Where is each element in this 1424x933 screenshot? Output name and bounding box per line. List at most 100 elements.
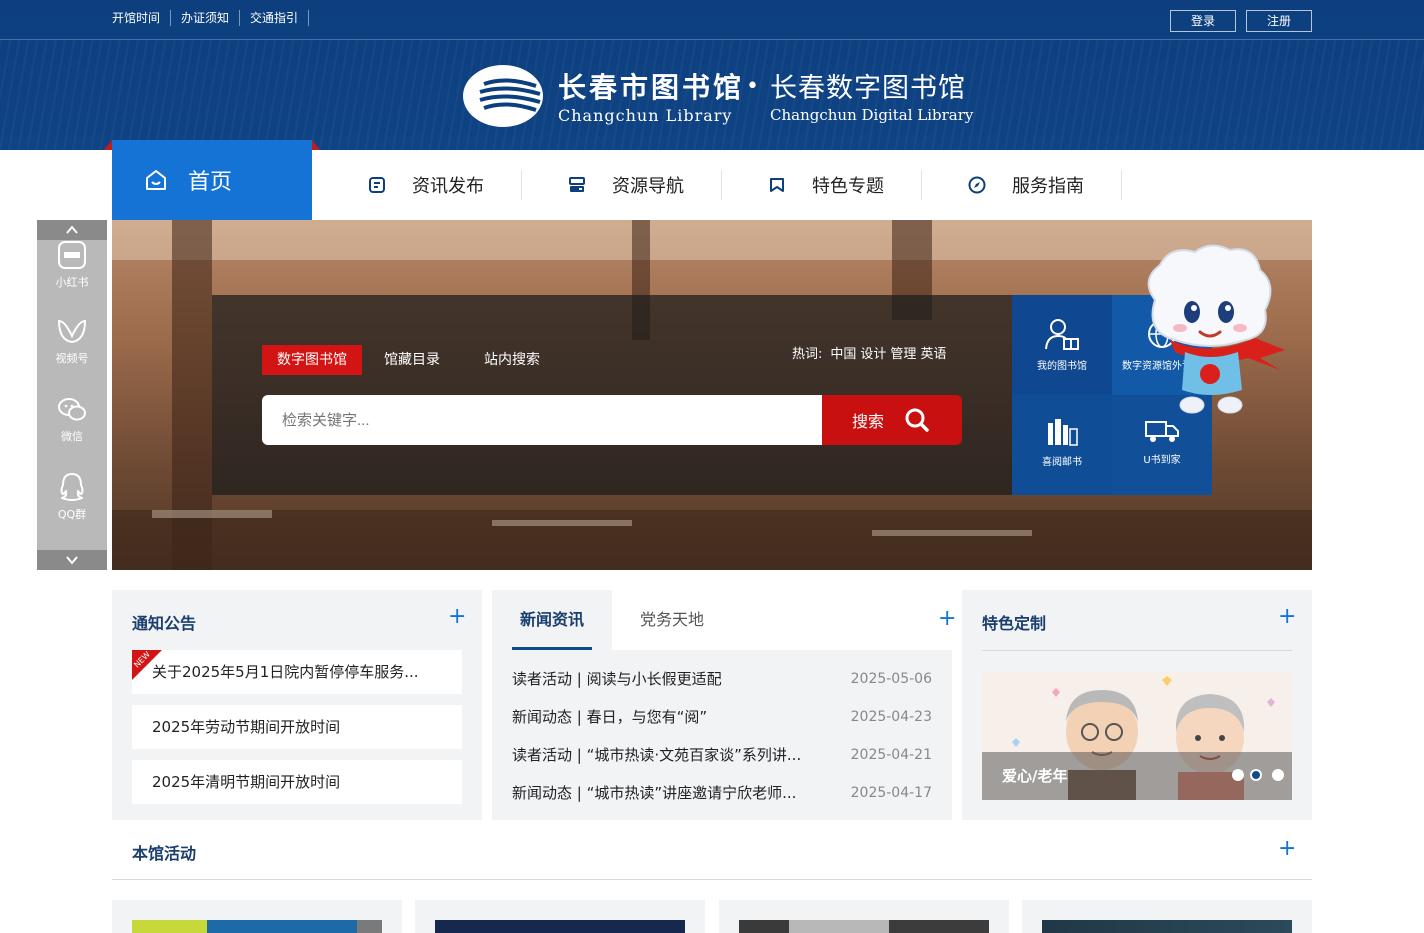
news-row[interactable]: 新闻动态 | 春日，与您有“阅” 2025-04-23 bbox=[512, 698, 932, 736]
activities-title: 本馆活动 bbox=[132, 844, 197, 863]
carousel-dot-active[interactable] bbox=[1250, 769, 1262, 781]
nav-item-resource-navigation[interactable]: 资源导航 bbox=[522, 170, 722, 200]
search-tab-catalog[interactable]: 馆藏目录 bbox=[384, 345, 440, 375]
chevron-up-icon bbox=[66, 225, 78, 234]
sidebar-video-channel-label: 视频号 bbox=[55, 352, 89, 365]
notice-item-title: 2025年清明节期间开放时间 bbox=[152, 773, 341, 791]
hot-word[interactable]: 设计 bbox=[860, 347, 886, 362]
top-links: 开馆时间 办证须知 交通指引 bbox=[112, 10, 310, 26]
sidebar-wechat-label: 微信 bbox=[61, 430, 83, 443]
xiaohongshu-icon bbox=[58, 241, 86, 269]
top-bar: 开馆时间 办证须知 交通指引 登录 注册 bbox=[0, 0, 1424, 40]
search-button[interactable]: 搜索 bbox=[822, 395, 962, 445]
hot-words-label: 热词: bbox=[792, 347, 823, 362]
activities-divider bbox=[112, 879, 1312, 880]
top-link-card-guide[interactable]: 办证须知 bbox=[171, 10, 241, 26]
nav-special-topics-label: 特色专题 bbox=[812, 176, 884, 197]
sidebar-xiaohongshu-label: 小红书 bbox=[55, 276, 89, 289]
nav-item-service-guide[interactable]: 服务指南 bbox=[922, 170, 1122, 200]
nav-corner-left bbox=[104, 140, 112, 150]
special-carousel-slide[interactable]: 爱心/老年 bbox=[982, 672, 1292, 800]
news-title: 新闻动态 | “城市热读”讲座邀请宁欣老师... bbox=[512, 784, 797, 802]
wechat-icon bbox=[58, 398, 86, 421]
notice-item[interactable]: 2025年劳动节期间开放时间 bbox=[132, 705, 462, 749]
sidebar-item-video-channel[interactable]: 视频号 bbox=[37, 318, 107, 366]
news-row[interactable]: 读者活动 | 阅读与小长假更适配 2025-05-06 bbox=[512, 660, 932, 698]
news-more-plus-icon[interactable]: + bbox=[938, 608, 956, 630]
search-button-label: 搜索 bbox=[852, 412, 885, 431]
truck-icon bbox=[1145, 421, 1179, 442]
activity-card[interactable] bbox=[112, 900, 402, 933]
news-date: 2025-04-17 bbox=[850, 785, 932, 801]
sidebar-item-wechat[interactable]: 微信 bbox=[37, 396, 107, 444]
special-custom-panel: 特色定制 + 爱心/老年 bbox=[962, 590, 1312, 820]
special-divider bbox=[982, 650, 1292, 651]
news-date: 2025-04-23 bbox=[850, 709, 932, 725]
library-name-cn: 长春市图书馆 bbox=[558, 71, 745, 104]
nav-home-label: 首页 bbox=[188, 170, 233, 195]
activity-thumbnail bbox=[1042, 920, 1292, 933]
top-link-opening-hours[interactable]: 开馆时间 bbox=[112, 10, 172, 26]
library-logo-icon[interactable] bbox=[462, 64, 544, 128]
quick-link-u-books-home-label: U书到家 bbox=[1143, 455, 1181, 466]
notice-item-title: 关于2025年5月1日院内暂停停车服务... bbox=[152, 663, 419, 681]
search-tab-site-search[interactable]: 站内搜索 bbox=[484, 345, 540, 375]
nav-item-news-release[interactable]: 资讯发布 bbox=[322, 170, 522, 200]
special-slide-caption: 爱心/老年 bbox=[982, 752, 1292, 800]
register-button[interactable]: 注册 bbox=[1246, 10, 1312, 32]
qq-icon bbox=[60, 473, 84, 501]
digital-library-name-en: Changchun Digital Library bbox=[770, 106, 974, 124]
sidebar-item-xiaohongshu[interactable]: 小红书 bbox=[37, 240, 107, 290]
activity-card[interactable] bbox=[1022, 900, 1312, 933]
nav-item-special-topics[interactable]: 特色专题 bbox=[722, 170, 922, 200]
video-channel-icon bbox=[57, 319, 87, 344]
quick-link-xiyue-mail-books[interactable]: 喜阅邮书 bbox=[1012, 395, 1112, 495]
sidebar-qq-label: QQ群 bbox=[57, 508, 87, 521]
sidebar-scroll-down-button[interactable] bbox=[37, 550, 107, 570]
digital-library-name-cn: 长春数字图书馆 bbox=[770, 73, 966, 104]
activity-thumbnail bbox=[739, 920, 989, 933]
library-name-en: Changchun Library bbox=[558, 106, 733, 125]
login-button[interactable]: 登录 bbox=[1170, 10, 1236, 32]
nav-item-home[interactable]: 首页 bbox=[112, 140, 312, 220]
hero-floor bbox=[112, 510, 1312, 570]
search-panel: 数字图书馆 馆藏目录 站内搜索 热词: 中国设计管理英语 搜索 bbox=[212, 295, 1012, 495]
special-more-plus-icon[interactable]: + bbox=[1278, 606, 1296, 628]
hot-word[interactable]: 英语 bbox=[920, 347, 946, 362]
nav-news-release-label: 资讯发布 bbox=[412, 176, 484, 197]
news-row[interactable]: 读者活动 | “城市热读·文苑百家谈”系列讲... 2025-04-21 bbox=[512, 736, 932, 774]
site-header: 开馆时间 办证须知 交通指引 登录 注册 长春市图书馆 Changchun Li… bbox=[0, 0, 1424, 150]
news-title: 读者活动 | “城市热读·文苑百家谈”系列讲... bbox=[512, 746, 802, 764]
sidebar-scroll-up-button[interactable] bbox=[37, 220, 107, 240]
hot-word[interactable]: 中国 bbox=[830, 347, 856, 362]
hero-desk-highlight bbox=[492, 520, 632, 526]
compass-icon bbox=[968, 176, 986, 194]
carousel-dot[interactable] bbox=[1232, 769, 1244, 781]
tab-party-affairs[interactable]: 党务天地 bbox=[612, 590, 732, 650]
reader-icon bbox=[1045, 319, 1079, 350]
search-input[interactable] bbox=[262, 395, 822, 445]
sidebar-item-qq[interactable]: QQ群 bbox=[37, 472, 107, 522]
news-panel: 新闻资讯 党务天地 + 读者活动 | 阅读与小长假更适配 2025-05-06 … bbox=[492, 590, 956, 820]
news-row[interactable]: 新闻动态 | “城市热读”讲座邀请宁欣老师... 2025-04-17 bbox=[512, 774, 932, 812]
quick-link-my-library[interactable]: 我的图书馆 bbox=[1012, 295, 1112, 395]
notice-item[interactable]: NEW 关于2025年5月1日院内暂停停车服务... bbox=[132, 650, 462, 694]
tab-news[interactable]: 新闻资讯 bbox=[492, 590, 612, 650]
carousel-dot[interactable] bbox=[1272, 769, 1284, 781]
activity-thumbnail bbox=[435, 920, 685, 933]
library-mascot-image bbox=[1147, 244, 1285, 414]
hot-word[interactable]: 管理 bbox=[890, 347, 916, 362]
notice-item-title: 2025年劳动节期间开放时间 bbox=[152, 718, 341, 736]
activity-card[interactable] bbox=[415, 900, 705, 933]
activities-more-plus-icon[interactable]: + bbox=[1278, 838, 1296, 860]
hero-desk-highlight bbox=[152, 510, 272, 518]
new-badge: NEW bbox=[132, 650, 162, 680]
notice-more-plus-icon[interactable]: + bbox=[448, 606, 466, 628]
top-link-transport[interactable]: 交通指引 bbox=[240, 10, 310, 26]
bookmark-icon bbox=[770, 178, 784, 192]
search-tab-digital-library[interactable]: 数字图书馆 bbox=[262, 345, 362, 375]
news-title: 读者活动 | 阅读与小长假更适配 bbox=[512, 670, 722, 688]
quick-link-my-library-label: 我的图书馆 bbox=[1037, 361, 1087, 372]
notice-item[interactable]: 2025年清明节期间开放时间 bbox=[132, 760, 462, 804]
activity-card[interactable] bbox=[719, 900, 1009, 933]
